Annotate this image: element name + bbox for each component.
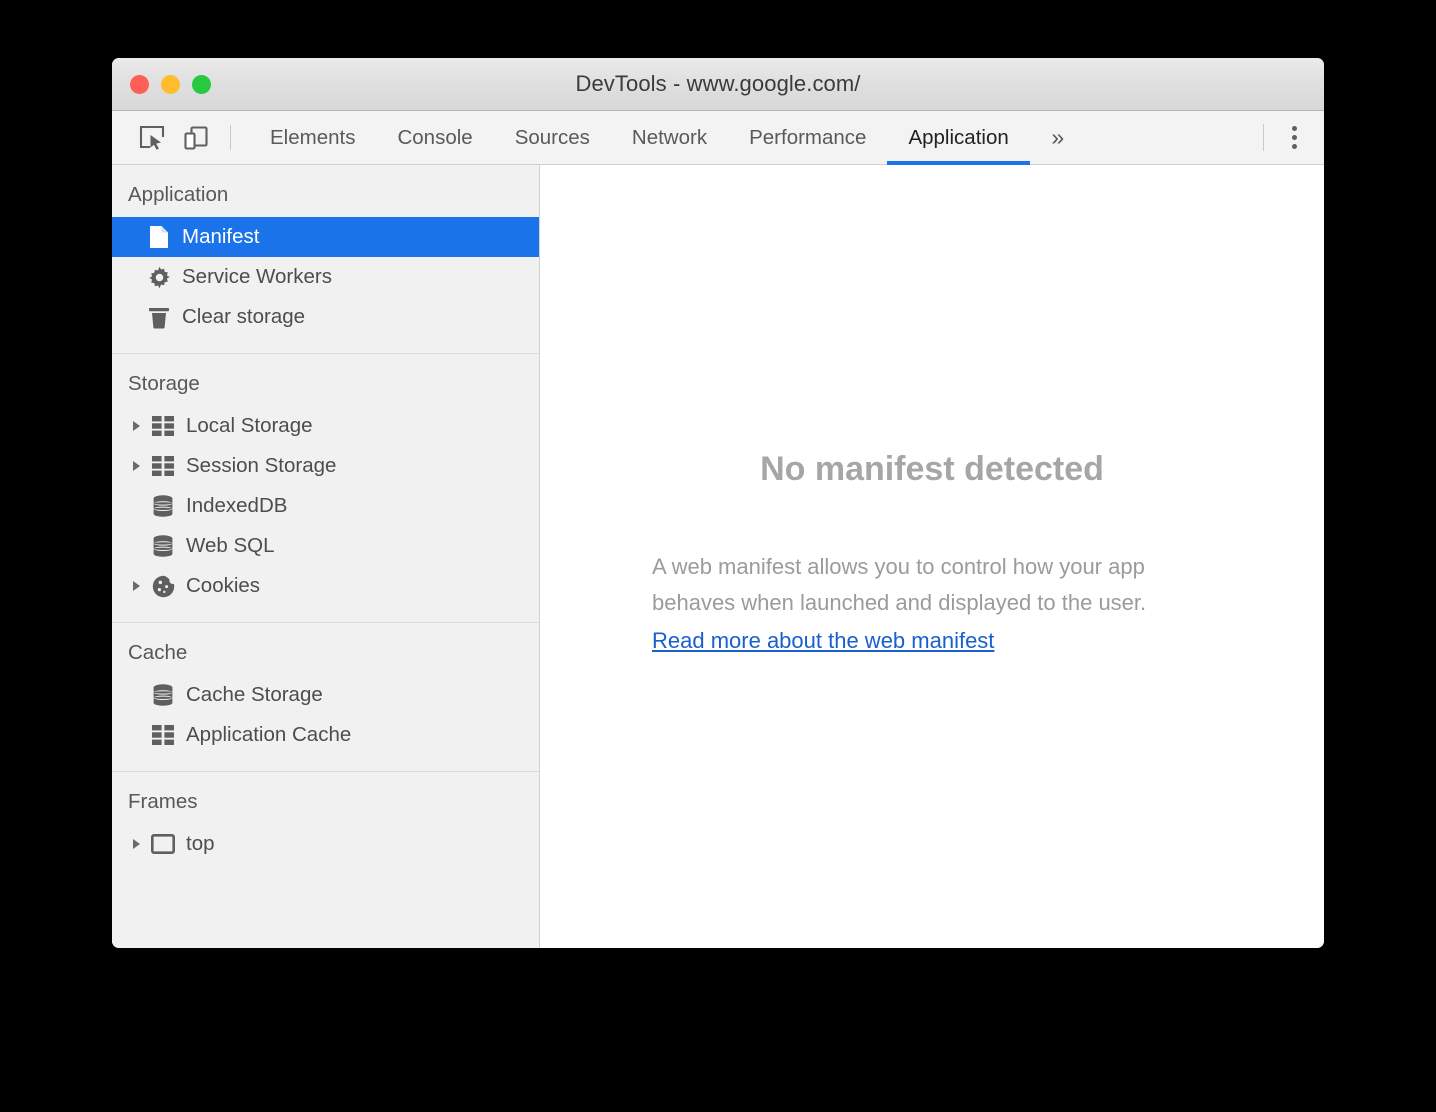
sidebar-item-label: Clear storage <box>182 305 306 328</box>
sidebar-item-cache-storage[interactable]: Cache Storage <box>112 675 539 715</box>
toolbar-right-group <box>1263 111 1324 164</box>
sidebar-section-application: Application Manifest Service Workers Cle… <box>112 165 539 353</box>
tab-elements[interactable]: Elements <box>249 111 376 164</box>
sidebar-section-cache: Cache Cache Storage Application Cache <box>112 622 539 771</box>
tab-label: Console <box>397 125 473 149</box>
document-icon <box>146 225 172 249</box>
more-tabs-button[interactable]: » <box>1030 111 1086 164</box>
sidebar-item-label: IndexedDB <box>186 494 288 517</box>
devtools-toolbar: Elements Console Sources Network Perform… <box>112 111 1324 165</box>
section-title-cache: Cache <box>128 641 188 664</box>
chevron-double-right-icon: » <box>1051 124 1065 150</box>
chevron-right-icon[interactable] <box>128 580 146 592</box>
chevron-right-icon[interactable] <box>128 838 146 850</box>
no-manifest-empty-state: No manifest detected A web manifest allo… <box>540 450 1324 659</box>
device-toolbar-icon <box>183 125 209 151</box>
trash-icon <box>146 306 172 329</box>
customize-devtools-button[interactable] <box>1264 111 1324 164</box>
section-title-frames: Frames <box>128 790 198 813</box>
tab-console[interactable]: Console <box>376 111 493 164</box>
devtools-body: Application Manifest Service Workers Cle… <box>112 165 1324 948</box>
sidebar-item-label: Cookies <box>186 574 261 597</box>
tab-network[interactable]: Network <box>611 111 728 164</box>
tab-label: Performance <box>749 125 867 149</box>
inspect-element-icon <box>139 125 165 151</box>
database-icon <box>150 495 176 517</box>
close-window-button[interactable] <box>130 75 149 94</box>
tab-performance[interactable]: Performance <box>728 111 887 164</box>
minimize-window-button[interactable] <box>161 75 180 94</box>
sidebar-item-application-cache[interactable]: Application Cache <box>112 715 539 755</box>
sidebar-item-label: Manifest <box>182 225 260 248</box>
empty-state-description-text: A web manifest allows you to control how… <box>652 554 1147 615</box>
application-content-pane: No manifest detected A web manifest allo… <box>540 165 1324 948</box>
sidebar-item-web-sql[interactable]: Web SQL <box>112 526 539 566</box>
sidebar-item-label: Local Storage <box>186 414 313 437</box>
chevron-right-icon[interactable] <box>128 460 146 472</box>
tab-sources[interactable]: Sources <box>494 111 611 164</box>
empty-state-title: No manifest detected <box>760 450 1104 488</box>
chevron-right-icon[interactable] <box>128 420 146 432</box>
devtools-window: DevTools - www.google.com/ Elements Cons… <box>112 58 1324 948</box>
sidebar-item-manifest[interactable]: Manifest <box>112 217 539 257</box>
empty-state-description: A web manifest allows you to control how… <box>652 549 1212 659</box>
sidebar-item-label: Cache Storage <box>186 683 323 706</box>
sidebar-item-label: Service Workers <box>182 265 332 288</box>
sidebar-item-label: Web SQL <box>186 534 275 557</box>
gear-icon <box>146 266 172 289</box>
inspect-element-button[interactable] <box>130 111 174 164</box>
sidebar-section-storage: Storage Local Storage Session Storage In… <box>112 353 539 622</box>
more-vertical-icon <box>1291 126 1297 149</box>
section-title-storage: Storage <box>128 372 200 395</box>
sidebar-item-service-workers[interactable]: Service Workers <box>112 257 539 297</box>
sidebar-item-label: top <box>186 832 215 855</box>
sidebar-item-indexeddb[interactable]: IndexedDB <box>112 486 539 526</box>
read-more-link[interactable]: Read more about the web manifest <box>652 623 994 659</box>
tab-label: Network <box>631 125 708 149</box>
tab-label: Elements <box>270 125 356 149</box>
cookie-icon <box>150 575 176 598</box>
sidebar-item-label: Application Cache <box>186 723 352 746</box>
section-title-application: Application <box>128 183 229 206</box>
frame-icon <box>150 834 176 854</box>
database-icon <box>150 684 176 706</box>
tab-label: Sources <box>514 125 590 149</box>
traffic-lights <box>130 58 211 111</box>
sidebar-item-session-storage[interactable]: Session Storage <box>112 446 539 486</box>
sidebar-item-label: Session Storage <box>186 454 337 477</box>
application-sidebar: Application Manifest Service Workers Cle… <box>112 165 540 948</box>
table-icon <box>150 416 176 436</box>
database-icon <box>150 535 176 557</box>
panel-tabs: Elements Console Sources Network Perform… <box>249 111 1031 165</box>
window-title: DevTools - www.google.com/ <box>575 71 861 96</box>
tab-application[interactable]: Application <box>887 111 1031 165</box>
table-icon <box>150 725 176 745</box>
sidebar-item-top-frame[interactable]: top <box>112 824 539 864</box>
tab-label: Application <box>908 125 1009 149</box>
sidebar-item-local-storage[interactable]: Local Storage <box>112 406 539 446</box>
table-icon <box>150 456 176 476</box>
sidebar-item-cookies[interactable]: Cookies <box>112 566 539 606</box>
maximize-window-button[interactable] <box>192 75 211 94</box>
title-bar: DevTools - www.google.com/ <box>112 58 1324 111</box>
toolbar-divider <box>230 125 231 150</box>
sidebar-section-frames: Frames top <box>112 771 539 864</box>
toggle-device-toolbar-button[interactable] <box>174 111 218 164</box>
sidebar-item-clear-storage[interactable]: Clear storage <box>112 297 539 337</box>
